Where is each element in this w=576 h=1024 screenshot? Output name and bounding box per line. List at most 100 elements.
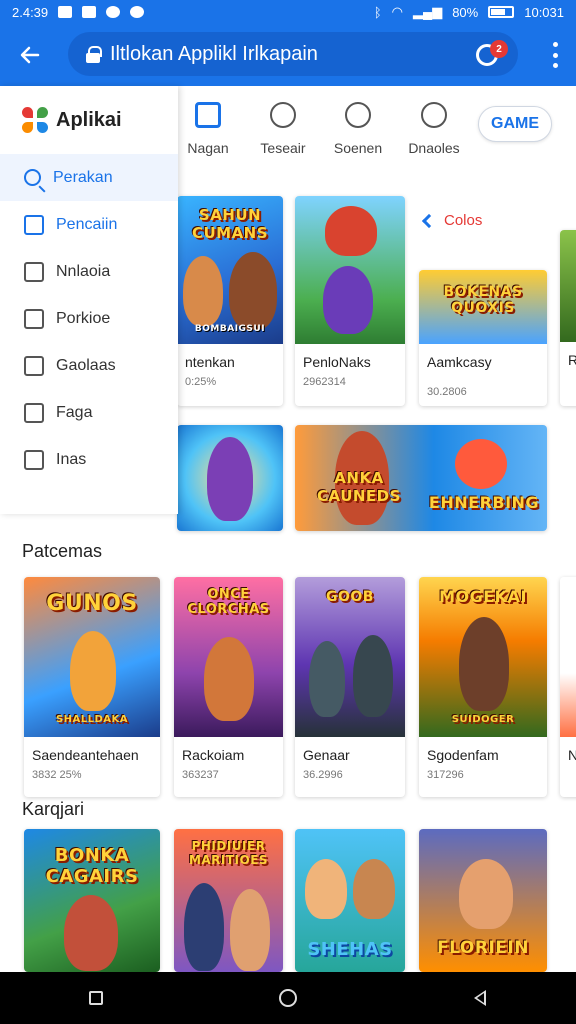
- chevron-left-icon: [421, 213, 437, 228]
- app-card[interactable]: BOKENAS QUOXIS Aamkcasy 30.2806: [419, 270, 547, 406]
- app-card[interactable]: GUNOS SHALLDAKA Saendeantehaen 3832 25%: [24, 577, 160, 797]
- home-button[interactable]: [268, 978, 308, 1018]
- bookmark-icon: [24, 308, 44, 329]
- app-card[interactable]: ANKA CAUNEDS EHNERBING: [295, 425, 547, 531]
- artwork-title: GUNOS: [46, 591, 138, 616]
- drawer-item-label: Perakan: [53, 168, 113, 186]
- app-artwork: ANKA CAUNEDS EHNERBING: [295, 425, 547, 531]
- tab-teseair[interactable]: Teseair: [243, 102, 323, 168]
- app-name: Genaar: [303, 747, 350, 763]
- drawer-item-faga[interactable]: Faga: [0, 389, 178, 436]
- app-card[interactable]: BONKA CAGAIRS: [24, 829, 160, 972]
- app-artwork: [295, 196, 405, 344]
- artwork-title: PHIDIUIER MARITIOES: [188, 839, 269, 867]
- tab-soenen[interactable]: Soenen: [318, 102, 398, 168]
- app-artwork: BONKA CAGAIRS: [24, 829, 160, 972]
- app-card[interactable]: ONCE CLORCHAS Rackoiam 363237: [174, 577, 283, 797]
- search-input[interactable]: Iltlokan Applikl Irlkapain 2: [68, 32, 518, 76]
- face-icon: [345, 102, 371, 128]
- tab-label: Dnaoles: [408, 140, 460, 156]
- artwork-subtitle: SHALLDAKA: [55, 714, 129, 725]
- drawer-item-label: Inas: [56, 450, 87, 468]
- battery-percent: 80%: [452, 4, 479, 20]
- app-name: ntenkan: [185, 354, 235, 370]
- puzzle-icon: [24, 402, 44, 423]
- drawer-item-label: Pencaiin: [56, 215, 118, 233]
- app-artwork: GOOB: [295, 577, 405, 737]
- artwork-subtitle: BOMBAIGSUI: [194, 324, 266, 334]
- drawer-item-pencaiin[interactable]: Pencaiin: [0, 201, 178, 248]
- search-icon: [421, 102, 447, 128]
- app-card[interactable]: Nc: [560, 577, 576, 797]
- back-button[interactable]: [460, 978, 500, 1018]
- tab-label: Soenen: [333, 140, 383, 156]
- search-text: Iltlokan Applikl Irlkapain: [110, 42, 318, 65]
- more-vert-icon[interactable]: [550, 42, 560, 68]
- inbox-icon: [24, 214, 44, 235]
- artwork-title: SHEHAS: [307, 939, 393, 960]
- drawer-item-nnlaoia[interactable]: Nnlaoia: [0, 248, 178, 295]
- app-card[interactable]: MOGEKAI SUIDOGER Sgodenfam 317296: [419, 577, 547, 797]
- app-artwork: PHIDIUIER MARITIOES: [174, 829, 283, 972]
- app-card[interactable]: [177, 425, 283, 531]
- app-card[interactable]: GOOB Genaar 36.2996: [295, 577, 405, 797]
- app-meta: 0:25%: [185, 376, 217, 388]
- drawer-item-inas[interactable]: Inas: [0, 436, 178, 483]
- signal-icon: ▂▄▆: [412, 4, 443, 19]
- app-card[interactable]: SHEHAS: [295, 829, 405, 972]
- status-time-left: 2.4:39: [12, 4, 49, 20]
- drawer-item-gaolaas[interactable]: Gaolaas: [0, 342, 178, 389]
- tab-label: Nagan: [187, 140, 229, 156]
- drawer-header: Aplikai: [0, 86, 178, 154]
- artwork-title: EHNERBING: [428, 493, 540, 512]
- app-card[interactable]: PHIDIUIER MARITIOES: [174, 829, 283, 972]
- app-card[interactable]: SAHUN CUMANS BOMBAIGSUI ntenkan 0:25%: [177, 196, 283, 406]
- app-card[interactable]: Ra: [560, 230, 576, 406]
- app-meta: 36.2996: [303, 769, 343, 781]
- bluetooth-icon: ᛒ: [373, 4, 382, 20]
- battery-icon: [488, 6, 515, 18]
- bell-icon: [270, 102, 296, 128]
- artwork-title: BOKENAS QUOXIS: [443, 284, 523, 316]
- mail-icon: [58, 6, 73, 18]
- apps-icon: [195, 102, 221, 128]
- artwork-title: MOGEKAI: [439, 587, 527, 606]
- chat-icon: [106, 6, 121, 18]
- app-meta: 2962314: [303, 376, 346, 388]
- app-name: PenloNaks: [303, 354, 371, 370]
- app-artwork: [177, 425, 283, 531]
- colos-link-label: Colos: [444, 212, 483, 229]
- app-artwork: [560, 577, 576, 737]
- drawer-item-label: Porkioe: [56, 309, 111, 327]
- app-artwork: MOGEKAI SUIDOGER: [419, 577, 547, 737]
- app-card[interactable]: PenloNaks 2962314: [295, 196, 405, 406]
- colos-link[interactable]: Colos: [421, 212, 483, 229]
- tab-label: Teseair: [260, 140, 306, 156]
- app-meta: 3832 25%: [32, 769, 82, 781]
- drawer-item-perakan[interactable]: Perakan: [0, 154, 178, 201]
- back-arrow-icon[interactable]: [0, 25, 60, 85]
- system-nav-bar: [0, 972, 576, 1024]
- tab-nagan[interactable]: Nagan: [168, 102, 248, 168]
- tab-dnaoles[interactable]: Dnaoles: [394, 102, 474, 168]
- image-icon: [24, 449, 44, 470]
- drawer-item-porkioe[interactable]: Porkioe: [0, 295, 178, 342]
- artwork-title: FLORIEIN: [437, 938, 529, 958]
- notification-badge: 2: [490, 40, 508, 58]
- app-artwork: FLORIEIN: [419, 829, 547, 972]
- app-meta: 363237: [182, 769, 219, 781]
- status-time-right: 10:031: [524, 4, 564, 20]
- app-card[interactable]: FLORIEIN: [419, 829, 547, 972]
- section-title-categories: Karqjari: [22, 799, 85, 819]
- recents-button[interactable]: [76, 978, 116, 1018]
- status-bar: 2.4:39 ᛒ ◠ ▂▄▆ 80% 10:031: [0, 0, 576, 24]
- mic-button[interactable]: 2: [476, 40, 508, 68]
- game-chip-button[interactable]: GAME: [478, 106, 552, 142]
- app-artwork: SAHUN CUMANS BOMBAIGSUI: [177, 196, 283, 344]
- navigation-drawer: Aplikai Perakan Pencaiin Nnlaoia Porkioe…: [0, 86, 178, 514]
- app-name: Aamkcasy: [427, 354, 492, 370]
- app-name: Sgodenfam: [427, 747, 499, 763]
- app-meta: 30.2806: [427, 386, 467, 398]
- app-artwork: GUNOS SHALLDAKA: [24, 577, 160, 737]
- artwork-subtitle: SUIDOGER: [451, 714, 515, 725]
